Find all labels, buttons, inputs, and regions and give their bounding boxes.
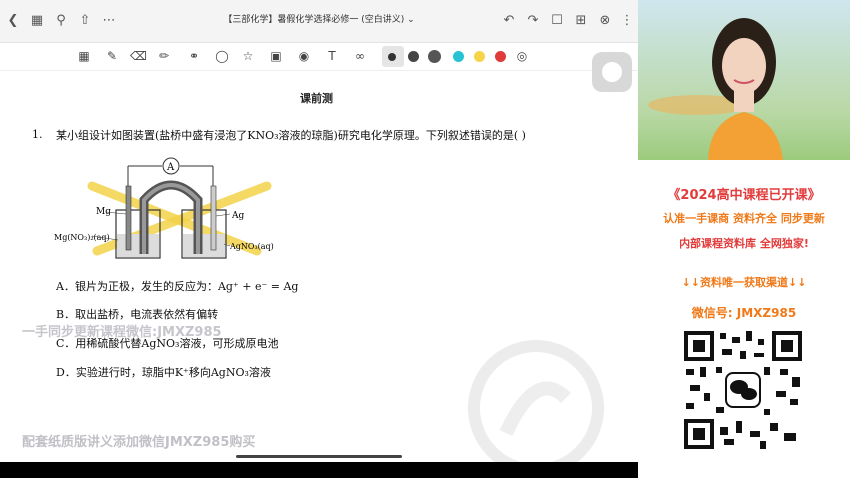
promo-line-course: 《2024高中课程已开课》 [667, 188, 821, 203]
overflow-icon[interactable]: ⋮ [618, 12, 636, 30]
app-top-bar: ❮ ▦ ⚲ ⇧ ⋯ 【三部化学】暑假化学选择必修一 (空白讲义) ⌄ ↶ ↷ ☐… [0, 0, 638, 43]
question-number: 1. [32, 128, 43, 141]
option-b[interactable]: B．取出盐桥，电流表依然有偏转 [56, 306, 218, 322]
wechat-qr-code[interactable] [680, 327, 806, 453]
promo-line-quality: 认准一手课商 资料齐全 同步更新 [663, 212, 825, 225]
color-swatch-dark-medium[interactable] [408, 51, 419, 62]
watermark-top: 一手同步更新课程微信:JMXZ985 [22, 325, 222, 340]
question-text: 某小组设计如图装置(盐桥中盛有浸泡了KNO₃溶液的琼脂)研究电化学原理。下列叙述… [56, 129, 526, 142]
ag-solution-label: AgNO₃(aq) [229, 242, 274, 251]
watermark-bottom: 配套纸质版讲义添加微信JMXZ985购买 [22, 435, 256, 450]
shape-star-icon[interactable]: ☆ [240, 48, 256, 64]
promo-line-channel: ↓↓资料唯一获取渠道↓↓ [681, 276, 807, 289]
color-picker-icon[interactable]: ◎ [514, 48, 530, 64]
promo-line-library: 内部课程资料库 全网独家! [679, 237, 809, 250]
promo-line-wechat: 微信号: JMXZ985 [691, 306, 797, 320]
document-title[interactable]: 【三部化学】暑假化学选择必修一 (空白讲义) ⌄ [0, 12, 638, 25]
electrochemical-cell-diagram: A Mg Ag Mg(NO₃)₂(aq) AgNO₃(aq) [54, 157, 274, 259]
text-box-icon[interactable]: T [324, 48, 340, 64]
scan-icon[interactable]: ▦ [76, 48, 92, 64]
add-page-icon[interactable]: ⊞ [572, 12, 590, 30]
instructor-avatar [648, 18, 783, 160]
color-swatch-black-small[interactable] [388, 53, 396, 61]
speech-bubble-icon[interactable]: ◯ [214, 48, 230, 64]
option-a[interactable]: A．银片为正极，发生的反应为：Ag⁺ + e⁻ = Ag [56, 278, 298, 294]
ammeter-label: A [166, 162, 175, 173]
lasso-icon[interactable]: ⚭ [186, 48, 202, 64]
eraser-icon[interactable]: ⌫ [130, 48, 147, 64]
camera-icon[interactable]: ◉ [296, 48, 312, 64]
annotation-toolbar: ▦ ✎ ⌫ ✏ ⚭ ◯ ☆ ▣ ◉ T ∞ ◎ [0, 43, 638, 71]
bottom-bar [0, 462, 638, 478]
bookmark-icon[interactable]: ☐ [548, 12, 566, 30]
color-swatch-dark-large[interactable] [428, 50, 441, 63]
highlighter-icon[interactable]: ✏ [156, 48, 172, 64]
option-d[interactable]: D．实验进行时，琼脂中K⁺移向AgNO₃溶液 [56, 364, 271, 380]
section-heading: 课前测 [300, 92, 333, 105]
color-swatch-red[interactable] [495, 51, 506, 62]
floating-assist-button[interactable] [592, 52, 632, 92]
color-swatch-yellow[interactable] [474, 51, 485, 62]
close-icon[interactable]: ⊗ [596, 12, 614, 30]
redo-icon[interactable]: ↷ [524, 12, 542, 30]
home-indicator [236, 455, 402, 458]
background-logo-watermark [468, 340, 604, 462]
image-icon[interactable]: ▣ [268, 48, 284, 64]
ag-electrode-label: Ag [231, 211, 244, 221]
color-swatch-cyan[interactable] [453, 51, 464, 62]
instructor-video [638, 0, 850, 160]
side-panel: 《2024高中课程已开课》 认准一手课商 资料齐全 同步更新 内部课程资料库 全… [638, 0, 850, 478]
link-icon[interactable]: ∞ [352, 48, 368, 64]
pen-icon[interactable]: ✎ [104, 48, 120, 64]
undo-icon[interactable]: ↶ [500, 12, 518, 30]
document-viewer: ❮ ▦ ⚲ ⇧ ⋯ 【三部化学】暑假化学选择必修一 (空白讲义) ⌄ ↶ ↷ ☐… [0, 0, 638, 478]
